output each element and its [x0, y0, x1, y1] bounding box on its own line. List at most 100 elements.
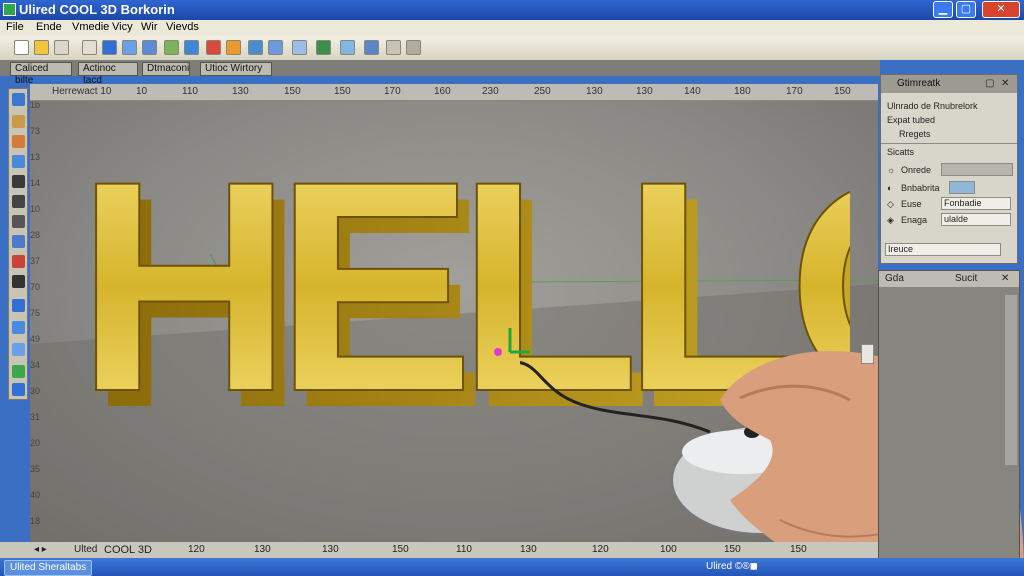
brush-tool-icon[interactable] [12, 135, 25, 148]
menu-tools[interactable]: Vicy [112, 21, 133, 33]
light-icon[interactable] [316, 40, 331, 55]
new-file-icon[interactable] [14, 40, 29, 55]
layers-scrollbar[interactable] [1005, 295, 1017, 465]
properties-panel: Gtimreatk ▢ ✕ Ulnrado de Rnubrelork Expa… [880, 74, 1018, 264]
status-bar: ◂ ▸ Ulted COOL 3D 120 130 130 150 110 13… [0, 542, 880, 558]
close-button[interactable]: ✕ [982, 1, 1020, 18]
status-label: Ulted [74, 544, 98, 555]
ruler-label: 70 [30, 282, 41, 292]
property-field[interactable]: ulalde [941, 213, 1011, 226]
menu-help[interactable]: Vievds [166, 21, 199, 33]
extrude-tool-icon[interactable] [12, 321, 25, 334]
select-icon[interactable] [102, 40, 117, 55]
footer-field[interactable]: Ireuce [885, 243, 1001, 256]
ruler-label: 73 [30, 126, 41, 136]
copy-icon[interactable] [122, 40, 137, 55]
tools-icon[interactable] [386, 40, 401, 55]
zoom-icon[interactable] [340, 40, 355, 55]
panel-close-icon[interactable]: ✕ [1001, 78, 1009, 89]
taskbar-app-button[interactable]: Ulited Sheraltabs [4, 560, 93, 576]
pin-icon[interactable]: ▢ [985, 78, 994, 89]
render-icon[interactable] [206, 40, 221, 55]
tab-dtmaconi[interactable]: Dtmaconi [142, 62, 190, 76]
diamond-icon: ◇ [887, 199, 894, 209]
undo-icon[interactable] [164, 40, 179, 55]
pen-tool-icon[interactable] [12, 175, 25, 188]
ruler-label: 10 [30, 204, 41, 214]
tab-caliced-bilte[interactable]: Caliced bilte [10, 62, 72, 86]
twist-tool-icon[interactable] [12, 343, 25, 356]
pointer-tool-icon[interactable] [12, 115, 25, 128]
menu-edit[interactable]: Ende [36, 21, 62, 33]
viewport-scroll-thumb[interactable] [861, 344, 874, 364]
status-nav-icon[interactable]: ◂ ▸ [34, 544, 47, 555]
bezier-tool-icon[interactable] [12, 215, 25, 228]
move-icon[interactable] [268, 40, 283, 55]
menu-view[interactable]: Vmedie [72, 21, 109, 33]
paste-icon[interactable] [142, 40, 157, 55]
status-tick: 110 [456, 544, 472, 555]
film-icon[interactable] [226, 40, 241, 55]
status-tick: 100 [660, 544, 677, 555]
redo-icon[interactable] [184, 40, 199, 55]
section-heading: Sicatts [887, 147, 915, 157]
menu-bar: File Ende Vmedie Vicy Wir Vievds [0, 20, 1024, 36]
knife-tool-icon[interactable] [12, 255, 25, 268]
bend-tool-icon[interactable] [12, 299, 25, 312]
minimize-button[interactable]: ▁ [933, 1, 953, 18]
property-item[interactable]: Expat tubed [887, 115, 935, 125]
ruler-label: 49 [30, 334, 41, 344]
rotate-tool-icon[interactable] [12, 155, 25, 168]
properties-panel-title: Gtimreatk [897, 78, 941, 89]
ruler-left: 1b 73 13 14 10 28 37 70 75 49 34 30 31 2… [28, 100, 42, 540]
save-icon[interactable] [54, 40, 69, 55]
layers-close-icon[interactable]: ✕ [1001, 273, 1009, 284]
property-field[interactable] [941, 163, 1013, 176]
taskbar: Ulited Sheraltabs Ulired ©®◼ [0, 558, 1024, 576]
status-tick: 120 [188, 544, 205, 555]
tab-strip: Caliced bilte Actinoc tacd Dtmaconi Utio… [0, 60, 880, 86]
open-folder-icon[interactable] [34, 40, 49, 55]
layers-panel: Gda Sucit ✕ [878, 270, 1020, 560]
select-tool-icon[interactable] [12, 93, 25, 106]
orbit-tool-icon[interactable] [12, 235, 25, 248]
tab-actinoc-tacd[interactable]: Actinoc tacd [78, 62, 138, 86]
ruler-label: 34 [30, 360, 41, 370]
menu-window[interactable]: Wir [141, 21, 158, 33]
cut-icon[interactable] [82, 40, 97, 55]
layers-panel-header: Gda Sucit ✕ [879, 271, 1019, 287]
properties-panel-header: Gtimreatk ▢ ✕ [881, 75, 1017, 93]
tab-utioc-wirtory[interactable]: Utioc Wirtory [200, 62, 272, 76]
property-label: Euse [901, 199, 922, 209]
menu-file[interactable]: File [6, 21, 24, 33]
object-icon[interactable] [364, 40, 379, 55]
maximize-button[interactable]: ▢ [956, 1, 976, 18]
status-tick: 150 [724, 544, 741, 555]
main-toolbar [0, 36, 1024, 60]
rotate-icon[interactable] [248, 40, 263, 55]
status-tick: 120 [592, 544, 609, 555]
light-tool-icon[interactable] [12, 365, 25, 378]
ruler-label: 37 [30, 256, 41, 266]
system-tray[interactable]: Ulired ©®◼ [706, 560, 758, 574]
node-tool-icon[interactable] [12, 195, 25, 208]
camera-tool-icon[interactable] [12, 383, 25, 396]
property-dropdown[interactable]: Fonbadie [941, 197, 1011, 210]
ruler-label: 13 [30, 152, 41, 162]
tool-palette [8, 88, 28, 400]
layers-panel-label: Sucit [955, 273, 978, 284]
lasso-tool-icon[interactable] [12, 275, 25, 288]
property-label: Enaga [901, 215, 928, 225]
color-swatch[interactable] [949, 181, 975, 194]
ruler-label: 20 [30, 438, 41, 448]
ruler-label: 31 [30, 412, 41, 422]
camera-icon[interactable] [292, 40, 307, 55]
status-tick: 150 [790, 544, 807, 555]
ruler-label: 30 [30, 386, 41, 396]
status-tick: 150 [392, 544, 409, 555]
property-item[interactable]: Ulnrado de Rnubrelork [887, 101, 978, 111]
property-item[interactable]: Rregets [899, 129, 931, 139]
help-icon[interactable] [406, 40, 421, 55]
property-label: Bnbabrita [901, 183, 940, 193]
panel-divider [881, 143, 1017, 144]
